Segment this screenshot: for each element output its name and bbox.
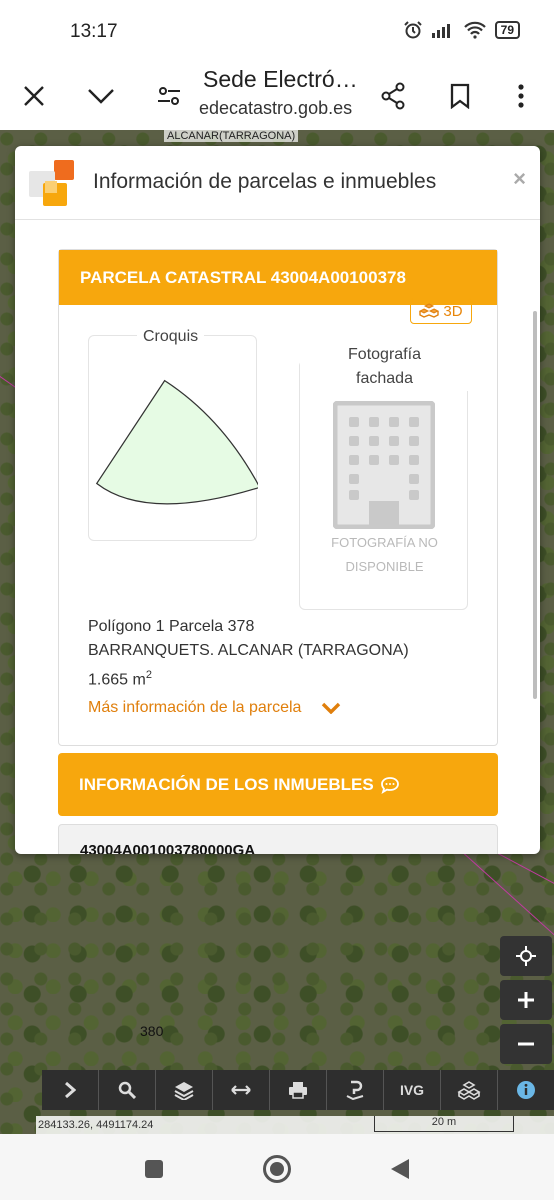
crosshair-icon xyxy=(516,946,536,966)
expand-toolbar-button[interactable] xyxy=(42,1070,99,1110)
inmueble-reference: 43004A001003780000GA xyxy=(80,842,256,854)
info-button[interactable] xyxy=(498,1070,554,1110)
print-button[interactable] xyxy=(270,1070,327,1110)
chevron-down-icon xyxy=(88,89,114,104)
facade-photo-label: Fotografía fachada xyxy=(300,343,469,391)
arrows-horizontal-icon xyxy=(231,1085,251,1095)
print-icon xyxy=(289,1082,307,1099)
parcel-sketch xyxy=(95,379,258,505)
bookmark-button[interactable] xyxy=(438,74,482,118)
share-button[interactable] xyxy=(371,74,415,118)
view-3d-label: 3D xyxy=(443,302,463,320)
plus-icon xyxy=(518,992,534,1008)
photo-unavailable-line1: FOTOGRAFÍA NO xyxy=(331,535,438,550)
facade-photo-label-line2: fachada xyxy=(300,367,469,391)
parcel-polygon-line: Polígono 1 Parcela 378 xyxy=(88,618,255,635)
modal-title: Información de parcelas e inmuebles xyxy=(93,170,437,193)
status-icons: 79 xyxy=(403,20,520,40)
close-icon xyxy=(24,86,44,106)
scale-label: 20 m xyxy=(431,1116,457,1128)
ivg-button[interactable]: IVG xyxy=(384,1070,441,1110)
facade-photo-label-line1: Fotografía xyxy=(300,343,469,367)
parcel-area-unit-exponent: 2 xyxy=(145,669,152,681)
tune-icon xyxy=(158,87,180,105)
scrollbar[interactable] xyxy=(533,311,537,699)
comment-icon xyxy=(380,776,399,794)
parcel-p-icon xyxy=(346,1080,364,1100)
back-button[interactable] xyxy=(385,1154,415,1184)
chevron-right-icon xyxy=(65,1081,76,1099)
chevron-down-icon xyxy=(322,702,341,714)
parking-tool-button[interactable] xyxy=(327,1070,384,1110)
parcel-area: 1.665 m2 xyxy=(88,663,468,692)
modal-close-button[interactable]: × xyxy=(513,166,526,192)
parcel-panel: PARCELA CATASTRAL 43004A00100378 3D Croq… xyxy=(58,249,498,746)
recents-button[interactable] xyxy=(139,1154,169,1184)
zoom-out-button[interactable] xyxy=(500,1024,552,1064)
search-icon xyxy=(118,1081,136,1099)
info-icon xyxy=(517,1081,535,1099)
croquis-box: Croquis xyxy=(88,328,258,541)
status-time: 13:17 xyxy=(70,21,118,42)
locate-button[interactable] xyxy=(500,936,552,976)
page-title[interactable]: Sede Electró… xyxy=(203,66,358,93)
close-tab-button[interactable] xyxy=(12,74,56,118)
parcel-area-value: 1.665 m xyxy=(88,671,146,689)
zoom-in-button[interactable] xyxy=(500,980,552,1020)
measure-button[interactable] xyxy=(213,1070,270,1110)
modal-body[interactable]: PARCELA CATASTRAL 43004A00100378 3D Croq… xyxy=(15,221,540,854)
map-region-label: ALCANAR(TARRAGONA) xyxy=(164,130,299,142)
parcel-details: Polígono 1 Parcela 378 BARRANQUETS. ALCA… xyxy=(88,615,468,692)
more-menu-button[interactable] xyxy=(499,74,543,118)
scale-bar: 20 m xyxy=(374,1116,514,1132)
modal-header: Información de parcelas e inmuebles × xyxy=(15,146,540,220)
parcel-heading: PARCELA CATASTRAL 43004A00100378 xyxy=(59,250,497,305)
view-3d-button[interactable]: 3D xyxy=(410,298,472,324)
parcel-location-line: BARRANQUETS. ALCANAR (TARRAGONA) xyxy=(88,642,409,659)
inmueble-reference-row[interactable]: 43004A001003780000GA xyxy=(58,824,498,854)
3d-view-button[interactable] xyxy=(441,1070,498,1110)
photo-unavailable-text: FOTOGRAFÍA NO DISPONIBLE xyxy=(300,531,469,579)
map-toolbar: IVG xyxy=(42,1070,554,1110)
status-bar: 13:17 79 xyxy=(0,0,554,62)
more-vert-icon xyxy=(518,84,524,108)
square-icon xyxy=(145,1160,163,1178)
wifi-icon xyxy=(463,21,486,39)
battery-indicator: 79 xyxy=(494,21,520,39)
facade-photo-box: Fotografía fachada FOTOGRAFÍA NO DISPONI… xyxy=(299,343,469,610)
map-parcel-label: 380 xyxy=(140,1023,164,1039)
site-settings-button[interactable] xyxy=(147,74,191,118)
catastro-logo xyxy=(29,160,74,206)
circle-icon xyxy=(263,1155,291,1183)
alarm-icon xyxy=(403,21,422,39)
inmuebles-heading: INFORMACIÓN DE LOS INMUEBLES xyxy=(58,753,498,816)
inmuebles-panel: INFORMACIÓN DE LOS INMUEBLES xyxy=(58,753,498,816)
photo-unavailable-line2: DISPONIBLE xyxy=(345,559,424,574)
triangle-back-icon xyxy=(391,1159,409,1179)
minus-icon xyxy=(518,1042,534,1046)
more-parcel-info-label: Más información de la parcela xyxy=(88,699,302,716)
coords-bar: 284133.26, 4491174.24 20 m xyxy=(36,1116,554,1134)
system-nav-bar xyxy=(0,1134,554,1200)
share-icon xyxy=(381,82,405,110)
cubes-icon xyxy=(457,1081,481,1100)
cubes-icon xyxy=(419,303,440,318)
signal-icon xyxy=(431,24,450,38)
layers-icon xyxy=(174,1082,194,1100)
coordinates-readout: 284133.26, 4491174.24 xyxy=(38,1119,154,1131)
layers-button[interactable] xyxy=(156,1070,213,1110)
parcel-info-modal: Información de parcelas e inmuebles × PA… xyxy=(15,146,540,854)
search-button[interactable] xyxy=(99,1070,156,1110)
more-parcel-info-toggle[interactable]: Más información de la parcela xyxy=(88,699,341,717)
minimize-button[interactable] xyxy=(79,74,123,118)
inmuebles-heading-label: INFORMACIÓN DE LOS INMUEBLES xyxy=(79,774,374,794)
home-button[interactable] xyxy=(262,1154,292,1184)
url-text[interactable]: edecatastro.gob.es xyxy=(199,98,352,119)
bookmark-icon xyxy=(450,83,470,109)
building-icon xyxy=(333,401,435,529)
browser-bar: Sede Electró… edecatastro.gob.es xyxy=(0,62,554,130)
